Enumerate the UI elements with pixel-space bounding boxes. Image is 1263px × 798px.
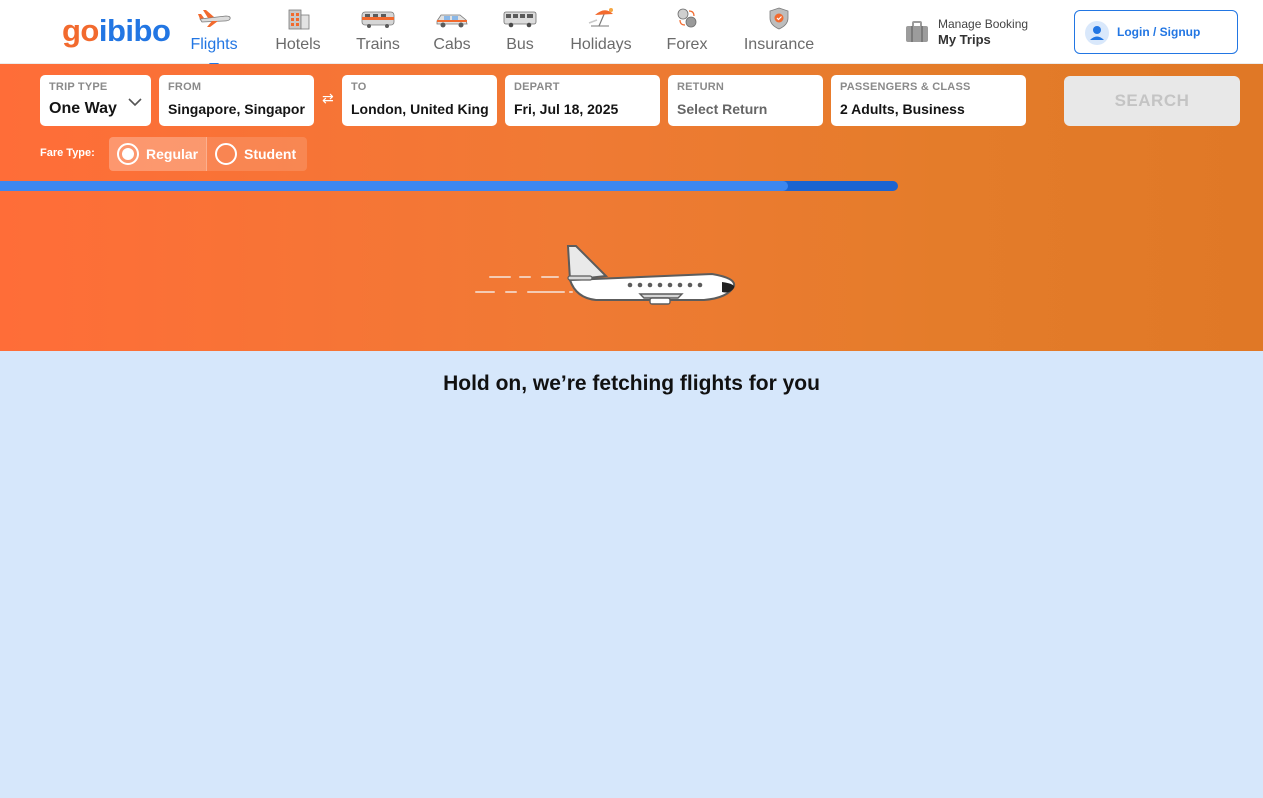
search-button[interactable]: SEARCH <box>1064 76 1240 126</box>
nav-label-hotels: Hotels <box>275 36 321 53</box>
trip-type-select[interactable]: TRIP TYPE One Way <box>40 75 151 126</box>
from-field[interactable]: FROM Singapore, Singapor <box>159 75 314 126</box>
radio-selected-icon <box>117 143 139 165</box>
my-trips-label: My Trips <box>938 32 991 47</box>
passengers-class-value: 2 Adults, Business <box>840 101 965 117</box>
fare-option-student[interactable]: Student <box>206 137 307 171</box>
radio-unselected-icon <box>215 143 237 165</box>
passengers-class-field[interactable]: PASSENGERS & CLASS 2 Adults, Business <box>831 75 1026 126</box>
logo-go: go <box>62 13 99 48</box>
nav-item-trains[interactable]: Trains <box>350 6 406 62</box>
goibibo-logo[interactable]: goibibo <box>62 12 171 50</box>
hotel-icon <box>288 9 310 30</box>
nav-label-flights: Flights <box>190 36 238 53</box>
insurance-icon <box>769 7 789 30</box>
trip-type-label: TRIP TYPE <box>49 81 108 93</box>
logo-ibibo: ibibo <box>98 13 171 48</box>
holiday-icon <box>588 8 613 27</box>
fare-type-options: Regular Student <box>109 137 307 171</box>
to-field[interactable]: TO London, United King <box>342 75 497 126</box>
nav-item-bus[interactable]: Bus <box>500 6 540 62</box>
nav-item-cabs[interactable]: Cabs <box>428 6 476 62</box>
nav-item-hotels[interactable]: Hotels <box>270 6 326 62</box>
train-icon <box>361 11 395 28</box>
to-value: London, United King <box>351 101 489 117</box>
depart-date-field[interactable]: DEPART Fri, Jul 18, 2025 <box>505 75 660 126</box>
loading-message: Hold on, we’re fetching flights for you <box>443 372 820 395</box>
fare-option-regular[interactable]: Regular <box>109 137 206 171</box>
nav-label-trains: Trains <box>356 36 400 53</box>
trip-type-value: One Way <box>49 100 117 117</box>
nav-label-cabs: Cabs <box>433 36 471 53</box>
fare-option-regular-label: Regular <box>146 146 199 162</box>
fare-type-label: Fare Type: <box>40 147 95 159</box>
search-button-label: SEARCH <box>1114 91 1190 110</box>
airplane-icon <box>475 245 736 305</box>
nav-item-flights[interactable]: Flights <box>184 6 244 66</box>
passengers-class-label: PASSENGERS & CLASS <box>840 81 971 93</box>
fare-option-student-label: Student <box>244 146 297 162</box>
login-signup-button[interactable]: Login / Signup <box>1074 10 1238 54</box>
to-label: TO <box>351 81 367 93</box>
return-date-field[interactable]: RETURN Select Return <box>668 75 823 126</box>
flight-icon <box>198 10 231 27</box>
nav-item-forex[interactable]: Forex <box>662 6 712 62</box>
swap-icon[interactable]: ⇄ <box>322 91 334 105</box>
from-label: FROM <box>168 81 202 93</box>
from-value: Singapore, Singapor <box>168 101 305 117</box>
nav-label-insurance: Insurance <box>743 36 815 53</box>
nav-label-bus: Bus <box>506 36 534 53</box>
bus-icon <box>503 11 537 28</box>
nav-item-insurance[interactable]: Insurance <box>738 6 820 62</box>
nav-label-holidays: Holidays <box>570 36 632 53</box>
return-label: RETURN <box>677 81 725 93</box>
search-progress-bar <box>0 181 898 191</box>
login-signup-label: Login / Signup <box>1117 25 1201 39</box>
depart-label: DEPART <box>514 81 560 93</box>
cab-icon <box>436 14 468 28</box>
search-progress-fill <box>0 181 788 191</box>
chevron-down-icon <box>128 98 142 107</box>
depart-value: Fri, Jul 18, 2025 <box>514 101 619 117</box>
forex-icon <box>677 8 697 28</box>
suitcase-icon <box>906 21 928 42</box>
return-value: Select Return <box>677 101 768 117</box>
nav-label-forex: Forex <box>666 36 708 53</box>
nav-item-holidays[interactable]: Holidays <box>566 6 636 62</box>
manage-booking-label: Manage Booking <box>938 17 1029 31</box>
top-header: goibibo Flights Hotels Trains Cabs Bus H… <box>0 0 1263 66</box>
user-icon <box>1085 21 1109 45</box>
flight-search-panel: TRIP TYPE One Way FROM Singapore, Singap… <box>0 64 1263 351</box>
